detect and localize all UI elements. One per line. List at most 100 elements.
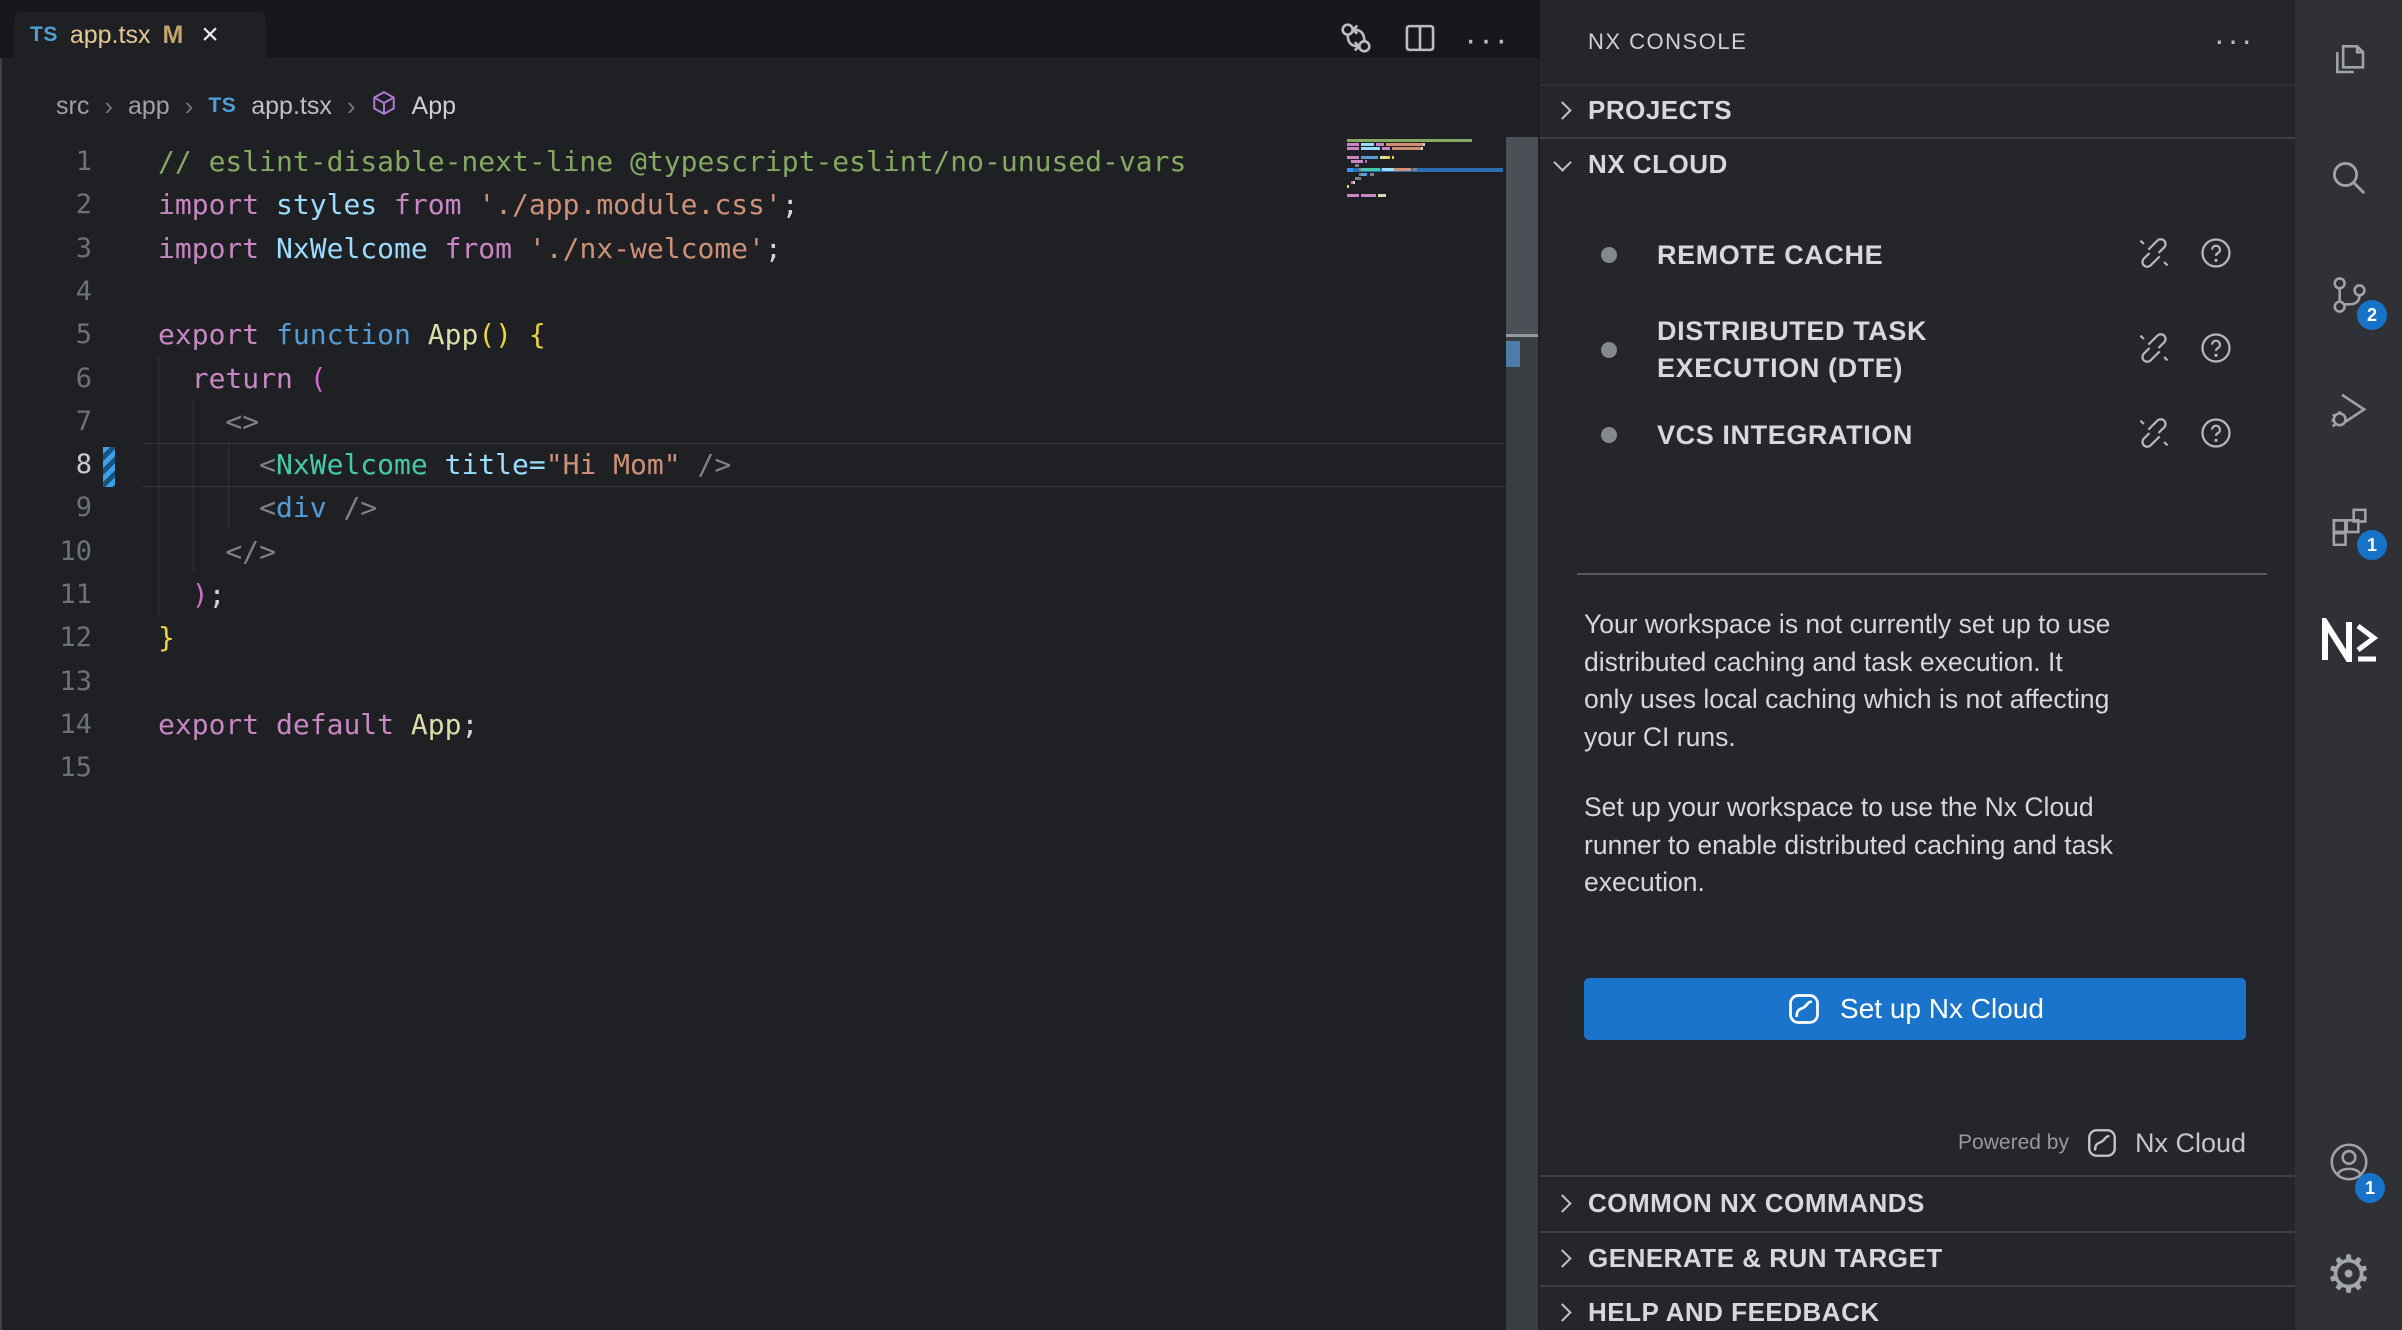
- nx-console-icon[interactable]: [2295, 592, 2402, 688]
- line-number: 4: [0, 270, 92, 313]
- nx-cloud-logo-icon: [2085, 1126, 2119, 1160]
- overview-ruler-modified-mark: [1506, 341, 1520, 367]
- nx-cloud-row-vcs-integration: VCS INTEGRATION: [1540, 402, 2295, 468]
- code-line: );: [158, 573, 225, 616]
- minimap-line: [1347, 173, 1374, 176]
- tab-app-tsx[interactable]: TS app.tsx M ×: [14, 12, 266, 58]
- chevron-right-icon: [1553, 1194, 1571, 1212]
- code-editor[interactable]: 123456789101112131415 // eslint-disable-…: [0, 140, 1347, 1330]
- line-number: 10: [0, 530, 92, 573]
- breadcrumb-app[interactable]: app: [128, 92, 170, 121]
- connect-plug-icon[interactable]: [2136, 235, 2172, 276]
- line-number: 11: [0, 573, 92, 616]
- tab-bar: TS app.tsx M × ···: [0, 0, 1540, 58]
- nx-cloud-row-label: DISTRIBUTED TASK EXECUTION (DTE): [1657, 313, 1927, 387]
- chevron-right-icon: [1553, 1249, 1571, 1267]
- code-line: import NxWelcome from './nx-welcome';: [158, 227, 782, 270]
- section-help-and-feedback[interactable]: HELP AND FEEDBACK: [1540, 1287, 2295, 1330]
- workspace-status-text: Your workspace is not currently set up t…: [1584, 606, 2254, 756]
- typescript-file-icon: TS: [30, 23, 58, 47]
- breadcrumb-symbol[interactable]: App: [412, 92, 456, 121]
- split-editor-icon[interactable]: [1401, 19, 1439, 62]
- extensions-badge: 1: [2357, 530, 2387, 560]
- code-line: return (: [158, 357, 327, 400]
- status-dot-icon: [1601, 247, 1617, 263]
- minimap-line: [1347, 156, 1394, 159]
- minimap-line: [1347, 185, 1349, 188]
- section-generate-run-target[interactable]: GENERATE & RUN TARGET: [1540, 1233, 2295, 1283]
- powered-by-label: Powered by: [1958, 1131, 2069, 1155]
- minimap-line: [1347, 143, 1425, 146]
- section-label: PROJECTS: [1588, 95, 1732, 126]
- breadcrumb-filename[interactable]: app.tsx: [251, 92, 332, 121]
- code-line: export default App;: [158, 703, 478, 746]
- search-icon[interactable]: [2295, 130, 2402, 226]
- line-number: 7: [0, 400, 92, 443]
- help-question-icon[interactable]: [2198, 415, 2234, 456]
- line-number: 14: [0, 703, 92, 746]
- panel-more-actions-icon[interactable]: ···: [2214, 22, 2255, 59]
- set-up-nx-cloud-button[interactable]: Set up Nx Cloud: [1584, 978, 2246, 1040]
- tab-modified-indicator: M: [162, 21, 183, 50]
- source-control-icon[interactable]: [2295, 247, 2402, 343]
- setup-instructions-text: Set up your workspace to use the Nx Clou…: [1584, 789, 2254, 902]
- open-changes-icon[interactable]: [1337, 19, 1375, 62]
- powered-by: Powered by Nx Cloud: [1958, 1120, 2246, 1166]
- editor-more-actions-icon[interactable]: ···: [1465, 30, 1511, 50]
- code-line: // eslint-disable-next-line @typescript-…: [158, 140, 1186, 183]
- explorer-icon[interactable]: [2295, 10, 2402, 106]
- line-number: 13: [0, 660, 92, 703]
- section-label: GENERATE & RUN TARGET: [1588, 1243, 1943, 1274]
- symbol-cube-icon: [371, 90, 397, 123]
- minimap-line: [1347, 177, 1361, 180]
- connect-plug-icon[interactable]: [2136, 415, 2172, 456]
- line-number: 3: [0, 227, 92, 270]
- section-label: NX CLOUD: [1588, 149, 1728, 180]
- chevron-right-icon: [1553, 1303, 1571, 1321]
- chevron-down-icon: [1553, 153, 1571, 171]
- section-label: COMMON NX COMMANDS: [1588, 1188, 1925, 1219]
- breadcrumb-src[interactable]: src: [56, 92, 89, 121]
- minimap-line: [1347, 168, 1417, 171]
- line-number: 5: [0, 313, 92, 356]
- gutter-modified-indicator: [103, 447, 115, 487]
- extensions-icon[interactable]: [2295, 477, 2402, 573]
- settings-gear-icon[interactable]: ⚙: [2295, 1227, 2402, 1323]
- nx-console-panel: NX CONSOLE ··· PROJECTS NX CLOUD REMOTE …: [1540, 0, 2295, 1330]
- line-number: 12: [0, 616, 92, 659]
- minimap-line: [1347, 164, 1359, 167]
- section-projects[interactable]: PROJECTS: [1540, 85, 2295, 135]
- section-common-nx-commands[interactable]: COMMON NX COMMANDS: [1540, 1178, 2295, 1228]
- help-question-icon[interactable]: [2198, 330, 2234, 371]
- connect-plug-icon[interactable]: [2136, 330, 2172, 371]
- line-number: 6: [0, 357, 92, 400]
- code-line: <div />: [158, 486, 377, 529]
- status-dot-icon: [1601, 427, 1617, 443]
- chevron-right-icon: ›: [104, 91, 113, 122]
- tab-filename: app.tsx: [70, 21, 151, 50]
- code-line: <>: [158, 400, 259, 443]
- code-line: }: [158, 616, 175, 659]
- minimap-line: [1347, 147, 1423, 150]
- chevron-right-icon: [1553, 101, 1571, 119]
- line-number: 1: [0, 140, 92, 183]
- minimap[interactable]: [1347, 139, 1503, 205]
- minimap-line: [1347, 160, 1367, 163]
- section-nx-cloud[interactable]: NX CLOUD: [1540, 139, 2295, 189]
- close-tab-icon[interactable]: ×: [201, 20, 219, 50]
- line-number: 8: [0, 443, 92, 486]
- help-question-icon[interactable]: [2198, 235, 2234, 276]
- editor-scrollbar-slider[interactable]: [1506, 137, 1538, 334]
- minimap-modified-mark: [1347, 168, 1353, 172]
- minimap-line: [1347, 139, 1472, 142]
- accounts-badge: 1: [2355, 1173, 2385, 1203]
- panel-title: NX CONSOLE: [1588, 29, 1747, 55]
- section-label: HELP AND FEEDBACK: [1588, 1297, 1880, 1328]
- minimap-line: [1347, 194, 1386, 197]
- status-dot-icon: [1601, 342, 1617, 358]
- code-line: </>: [158, 530, 276, 573]
- accounts-icon[interactable]: [2295, 1114, 2402, 1210]
- run-debug-icon[interactable]: [2295, 362, 2402, 458]
- content-divider: [1577, 573, 2267, 575]
- nx-cloud-row-distributed-task-execution: DISTRIBUTED TASK EXECUTION (DTE): [1540, 300, 2295, 400]
